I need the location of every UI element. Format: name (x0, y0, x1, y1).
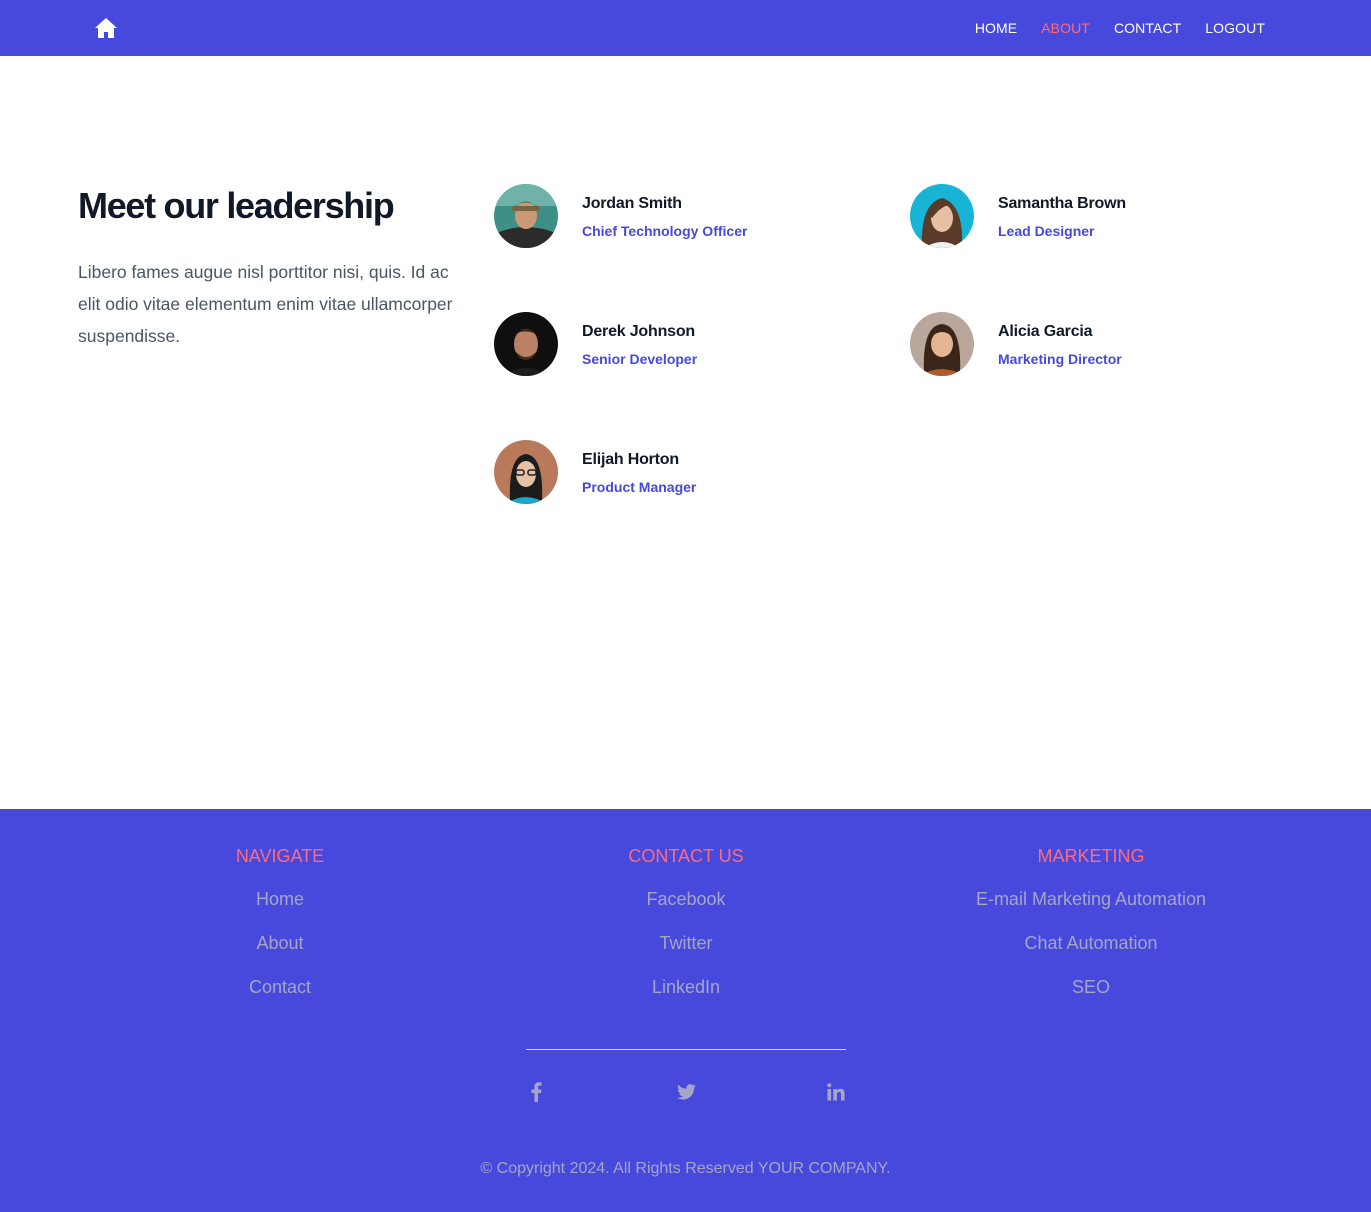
nav-home-link[interactable]: HOME (975, 20, 1017, 36)
avatar (494, 440, 558, 504)
copyright-text: © Copyright 2024. All Rights Reserved YO… (480, 1160, 891, 1177)
footer-link-contact[interactable]: Contact (80, 977, 480, 998)
avatar (494, 184, 558, 248)
footer-divider (526, 1049, 846, 1050)
home-icon[interactable] (94, 17, 118, 39)
person-card: Alicia Garcia Marketing Director (910, 312, 1310, 376)
facebook-icon[interactable] (524, 1081, 548, 1103)
person-role: Chief Technology Officer (582, 223, 748, 239)
nav-about-link[interactable]: ABOUT (1041, 20, 1090, 36)
footer-link-linkedin[interactable]: LinkedIn (486, 977, 886, 998)
avatar (910, 312, 974, 376)
person-role: Lead Designer (998, 223, 1095, 239)
footer-link-chat-automation[interactable]: Chat Automation (891, 933, 1291, 954)
linkedin-icon[interactable] (824, 1081, 848, 1103)
footer-link-email-marketing[interactable]: E-mail Marketing Automation (891, 889, 1291, 910)
avatar (494, 312, 558, 376)
person-role: Marketing Director (998, 351, 1122, 367)
footer-link-seo[interactable]: SEO (891, 977, 1291, 998)
person-name: Elijah Horton (582, 451, 679, 468)
person-role: Product Manager (582, 479, 697, 495)
person-card: Elijah Horton Product Manager (494, 440, 894, 504)
footer-heading: CONTACT US (628, 846, 744, 866)
person-card: Samantha Brown Lead Designer (910, 184, 1310, 248)
leadership-intro: Meet our leadership Libero fames augue n… (78, 184, 458, 352)
person-name: Alicia Garcia (998, 323, 1093, 340)
person-role: Senior Developer (582, 351, 698, 367)
section-title: Meet our leadership (78, 185, 395, 226)
person-name: Jordan Smith (582, 195, 682, 212)
footer-link-about[interactable]: About (80, 933, 480, 954)
site-footer: NAVIGATE Home About Contact CONTACT US F… (0, 809, 1371, 1212)
main-nav: HOME ABOUT CONTACT LOGOUT (951, 0, 1265, 56)
twitter-icon[interactable] (674, 1081, 698, 1103)
person-card: Jordan Smith Chief Technology Officer (494, 184, 894, 248)
nav-logout-link[interactable]: LOGOUT (1205, 20, 1265, 36)
footer-link-facebook[interactable]: Facebook (486, 889, 886, 910)
avatar (910, 184, 974, 248)
footer-heading: MARKETING (1037, 846, 1145, 866)
footer-heading: NAVIGATE (235, 846, 325, 866)
footer-link-twitter[interactable]: Twitter (486, 933, 886, 954)
person-name: Derek Johnson (582, 323, 695, 340)
footer-link-home[interactable]: Home (80, 889, 480, 910)
person-name: Samantha Brown (998, 195, 1126, 212)
person-card: Derek Johnson Senior Developer (494, 312, 894, 376)
top-navbar: HOME ABOUT CONTACT LOGOUT (0, 0, 1371, 56)
nav-contact-link[interactable]: CONTACT (1114, 20, 1181, 36)
section-description: Libero fames augue nisl porttitor nisi, … (78, 262, 453, 346)
